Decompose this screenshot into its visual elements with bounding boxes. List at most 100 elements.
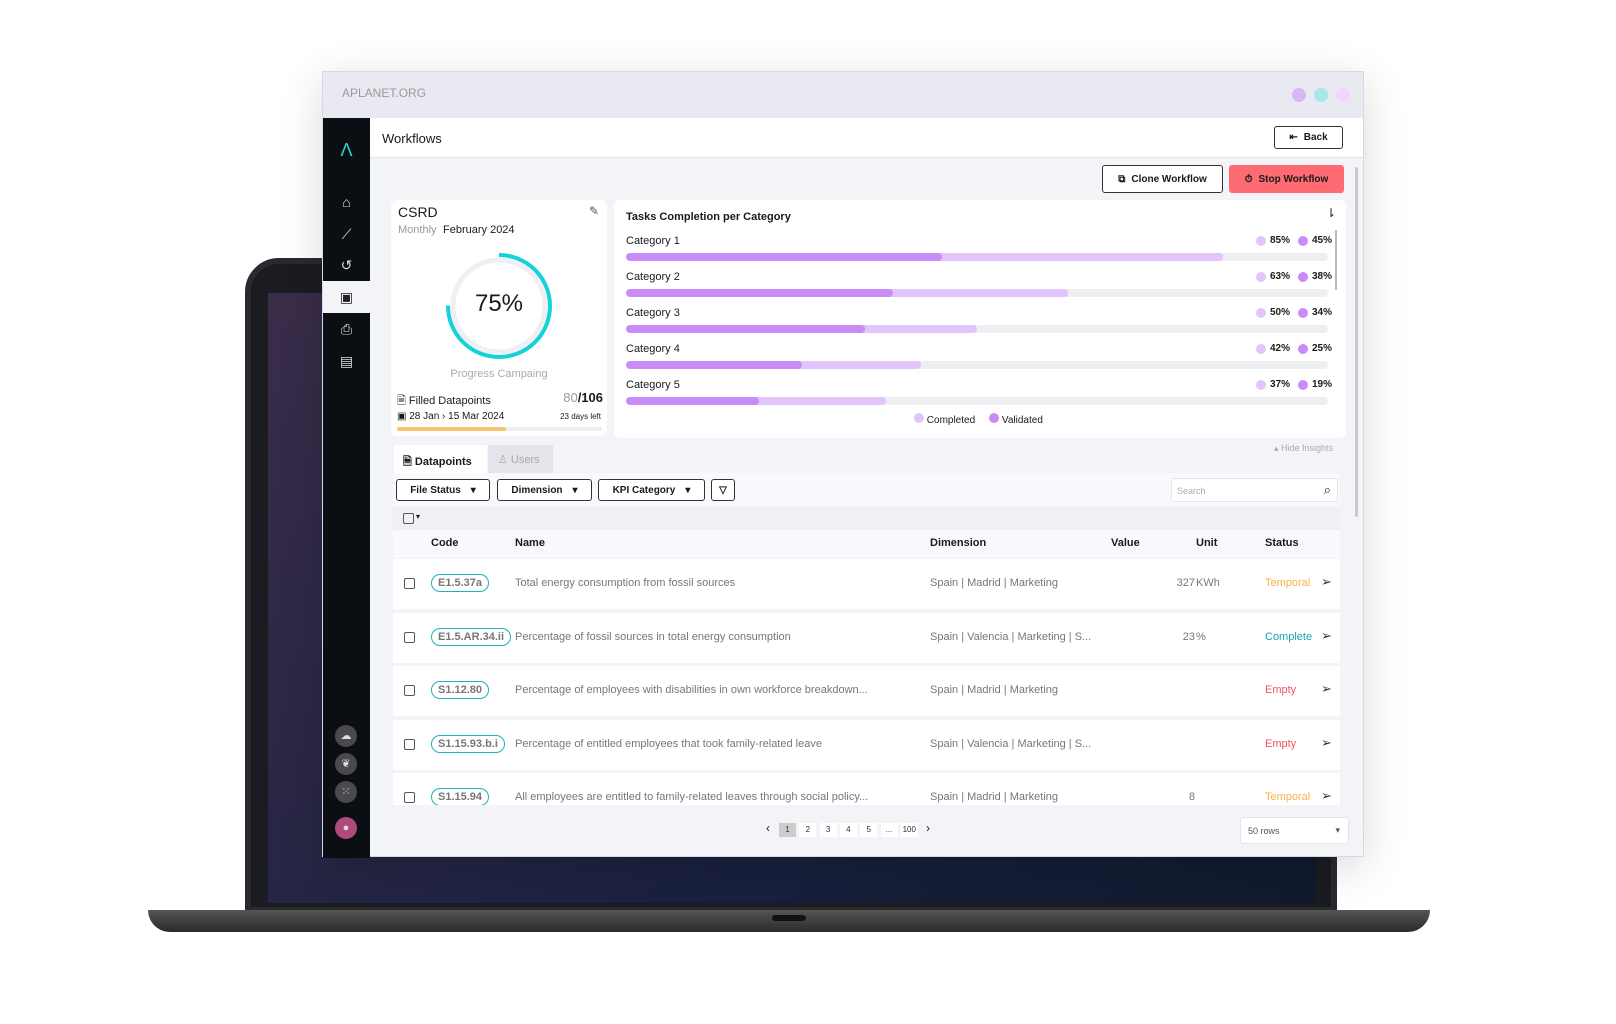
kpi-category-filter[interactable]: KPI Category ▾ [598, 479, 705, 501]
row-checkbox[interactable] [404, 738, 415, 750]
back-button[interactable]: ⇤ Back [1274, 126, 1343, 149]
chart-legend: Completed Validated [914, 413, 1043, 426]
layout-icon[interactable]: ▤ [323, 345, 370, 377]
column-header-value[interactable]: Value [1111, 537, 1140, 549]
time-progress-bar [397, 427, 602, 431]
validated-bar [626, 361, 802, 369]
scrollbar[interactable] [1335, 230, 1337, 290]
completed-dot [1255, 307, 1266, 318]
page-button[interactable]: 1 [779, 823, 796, 837]
send-icon[interactable]: ➢ [1321, 681, 1332, 697]
caret-down-icon: ▾ [1335, 825, 1340, 835]
datapoint-name[interactable]: Percentage of employees with disabilitie… [515, 684, 868, 696]
back-label: Back [1303, 132, 1328, 143]
chart-icon[interactable]: ⟋ [323, 218, 370, 250]
code-badge: S1.12.80 [431, 681, 490, 699]
dimension: Spain | Madrid | Marketing [930, 791, 1058, 803]
caret-down-icon[interactable]: ▾ [416, 512, 420, 521]
page-button[interactable]: ... [880, 823, 898, 837]
table-row[interactable]: E1.5.AR.34.ii Percentage of fossil sourc… [393, 612, 1340, 663]
avatar[interactable]: ● [335, 817, 357, 839]
prev-page-icon[interactable]: ‹ [766, 821, 770, 835]
send-icon[interactable]: ➢ [1321, 628, 1332, 644]
select-all-checkbox[interactable] [403, 513, 414, 524]
tab-datapoints[interactable]: 🗎 Datapoints [394, 445, 487, 473]
validated-dot [1297, 307, 1308, 318]
tab-label: Users [510, 454, 540, 466]
total-value: /106 [577, 390, 603, 405]
datapoint-name[interactable]: Total energy consumption from fossil sou… [515, 577, 735, 589]
column-header-unit[interactable]: Unit [1196, 537, 1217, 549]
send-icon[interactable]: ➢ [1321, 735, 1332, 751]
category-bar-track [626, 289, 1328, 297]
column-header-status[interactable]: Status [1265, 537, 1299, 549]
rows-per-page-select[interactable]: 50 rows ▾ [1240, 817, 1349, 844]
category-label: Category 5 [626, 379, 680, 391]
page-button[interactable]: 5 [860, 823, 878, 837]
page-button[interactable]: 2 [799, 823, 817, 837]
table-row[interactable]: E1.5.37a Total energy consumption from f… [393, 559, 1340, 609]
workflow-calendar-icon[interactable]: ▣ [323, 281, 370, 313]
search-icon[interactable]: ⌕ [1324, 482, 1331, 498]
tab-users[interactable]: ♙ Users [488, 445, 553, 473]
row-checkbox[interactable] [404, 578, 415, 589]
datapoint-name[interactable]: Percentage of fossil sources in total en… [515, 631, 791, 643]
filter-funnel-button[interactable]: ▽ [711, 479, 735, 501]
file-status-filter[interactable]: File Status ▾ [396, 479, 490, 501]
page-button[interactable]: 100 [900, 823, 918, 837]
completed-percent: 63% [1269, 271, 1290, 282]
row-checkbox[interactable] [404, 631, 415, 643]
page-button[interactable]: 3 [819, 823, 837, 837]
category-percentages: 63% 38% [1255, 271, 1332, 282]
caret-down-icon: ▾ [572, 484, 578, 496]
legend-completed: Completed [914, 413, 975, 426]
status-label: Empty [1265, 737, 1297, 750]
column-header-name[interactable]: Name [515, 537, 545, 549]
search-input[interactable]: Search ⌕ [1171, 478, 1338, 502]
category-bar-track [626, 253, 1328, 261]
dimension-filter[interactable]: Dimension ▾ [497, 479, 592, 501]
datapoint-name[interactable]: All employees are entitled to family-rel… [515, 791, 868, 803]
filter-label: File Status [410, 484, 461, 496]
column-header-code[interactable]: Code [431, 537, 459, 549]
edit-pencil-icon[interactable]: ✎ [589, 204, 599, 218]
page-scrollbar[interactable] [1355, 167, 1358, 517]
row-checkbox[interactable] [404, 792, 415, 803]
validated-dot [1297, 379, 1308, 390]
cloud-icon[interactable]: ☁ [335, 725, 357, 747]
scatter-chart-icon[interactable]: ⁙ [335, 781, 357, 803]
status-label: Temporal [1265, 791, 1311, 803]
page-title: Workflows [382, 131, 442, 146]
filter-label: Dimension [511, 484, 563, 496]
stop-workflow-button[interactable]: ⏱ Stop Workflow [1229, 165, 1344, 193]
history-icon[interactable]: ↺ [323, 249, 370, 281]
category-label: Category 1 [626, 235, 680, 247]
datapoint-name[interactable]: Percentage of entitled employees that to… [515, 738, 822, 750]
hide-insights-link[interactable]: ▴ Hide Insights [1274, 443, 1333, 454]
table-row[interactable]: S1.12.80 Percentage of employees with di… [393, 666, 1340, 716]
send-icon[interactable]: ➢ [1321, 574, 1332, 590]
dimension: Spain | Madrid | Marketing [930, 684, 1058, 696]
copy-icon: ⧉ [1118, 173, 1126, 185]
sort-icon[interactable]: ⇂ [1326, 206, 1336, 220]
calendar-icon: ▣ [397, 411, 410, 422]
table-row[interactable]: S1.15.93.b.i Percentage of entitled empl… [393, 719, 1340, 770]
next-page-icon[interactable]: › [926, 821, 930, 835]
stopwatch-icon: ⏱ [1244, 173, 1253, 185]
legend-validated-label: Validated [1001, 415, 1043, 426]
sprout-icon[interactable]: ❦ [335, 753, 357, 775]
progress-caption: Progress Campaing [450, 368, 548, 380]
table-row[interactable]: S1.15.94 All employees are entitled to f… [393, 773, 1340, 805]
row-checkbox[interactable] [404, 685, 415, 696]
laptop-base [148, 910, 1430, 932]
app-window: APLANET.ORG Λ ⌂ ⟋ ↺ ▣ ⎙ ▤ ☁ ❦ ⁙ ● Workfl… [322, 71, 1364, 858]
page-button[interactable]: 4 [839, 823, 857, 837]
send-icon[interactable]: ➢ [1321, 788, 1332, 804]
search-placeholder: Search [1177, 486, 1206, 496]
validated-percent: 19% [1311, 379, 1332, 390]
column-header-dimension[interactable]: Dimension [930, 537, 986, 549]
tasks-title: Tasks Completion per Category [626, 211, 791, 223]
home-icon[interactable]: ⌂ [323, 186, 370, 218]
clone-workflow-button[interactable]: ⧉ Clone Workflow [1102, 165, 1223, 193]
file-upload-icon[interactable]: ⎙ [323, 313, 370, 345]
